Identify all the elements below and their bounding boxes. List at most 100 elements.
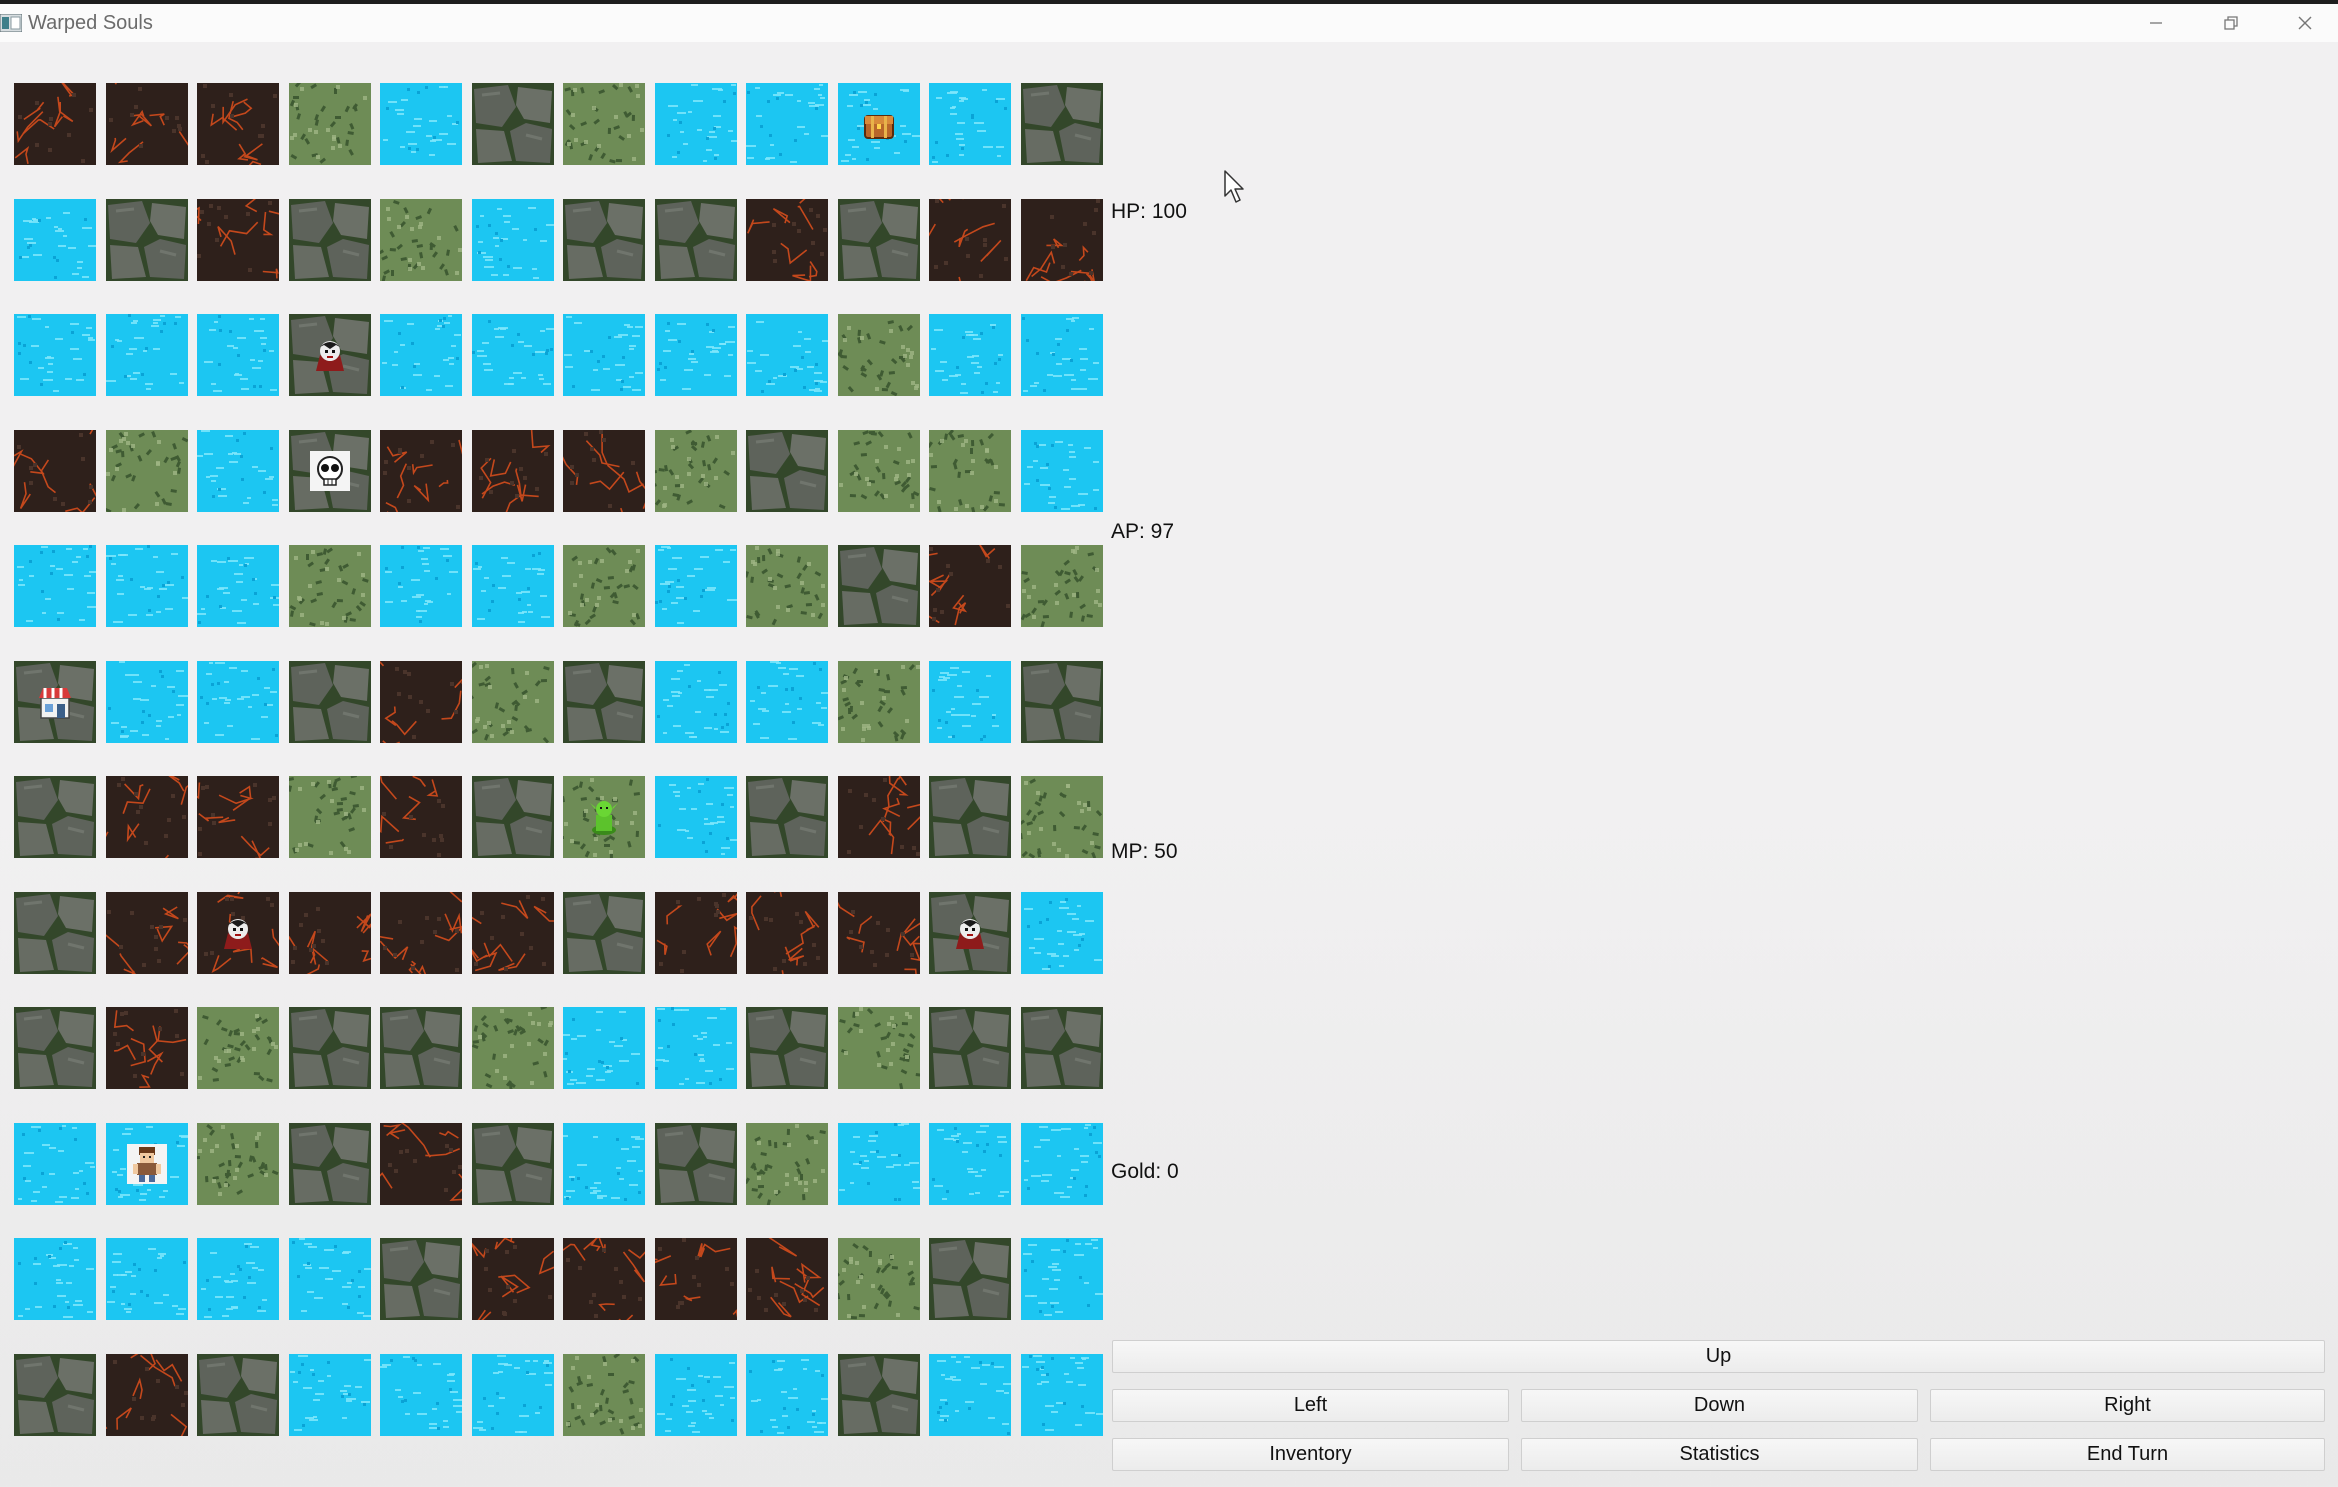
grass-tile: [746, 545, 828, 627]
water-tile: [197, 1238, 279, 1320]
move-left-button[interactable]: Left: [1112, 1389, 1509, 1422]
water-tile: [380, 83, 462, 165]
stone-tile: [746, 1007, 828, 1089]
grass-tile: [288, 83, 371, 165]
mp-label: MP: 50: [1111, 840, 1178, 863]
restore-button[interactable]: [2196, 4, 2266, 42]
grass-tile: [837, 314, 920, 396]
skull-icon: [289, 430, 371, 512]
app-icon: [0, 14, 22, 32]
stone-tile: [929, 1007, 1011, 1089]
water-tile: [746, 1353, 828, 1436]
move-up-button[interactable]: Up: [1112, 1340, 2325, 1373]
water-tile: [197, 314, 279, 396]
water-tile: [471, 314, 554, 396]
lava-tile: [654, 891, 737, 974]
grass-tile: [837, 1238, 920, 1320]
lava-tile: [654, 1238, 737, 1320]
stone-tile: [837, 545, 920, 627]
water-tile: [654, 545, 737, 627]
lava-tile: [14, 83, 96, 165]
stone-tile: [929, 776, 1011, 858]
grass-tile: [197, 1007, 279, 1089]
player-hero-icon: [106, 1123, 188, 1205]
lava-tile: [746, 1238, 828, 1320]
stone-tile: [563, 891, 645, 974]
lava-tile: [14, 429, 96, 512]
treasure-chest-icon: [838, 83, 920, 165]
lava-tile: [471, 891, 554, 974]
water-tile: [14, 314, 96, 396]
lava-tile: [1020, 198, 1103, 281]
water-tile: [14, 1122, 96, 1205]
water-tile: [929, 314, 1011, 396]
lava-tile: [288, 891, 371, 974]
grass-tile: [288, 545, 371, 627]
water-tile: [1020, 429, 1103, 512]
ap-label: AP: 97: [1111, 520, 1175, 543]
close-icon: [2298, 16, 2312, 30]
move-down-button[interactable]: Down: [1521, 1389, 1918, 1422]
game-map-grid: [14, 83, 1104, 1438]
stone-tile: [197, 1353, 279, 1436]
close-button[interactable]: [2270, 4, 2338, 42]
stone-tile: [837, 198, 920, 281]
stone-tile: [837, 1353, 920, 1436]
grass-tile: [288, 776, 371, 858]
window-title: Warped Souls: [28, 12, 153, 34]
stone-tile: [1020, 1007, 1103, 1089]
lava-tile: [929, 198, 1011, 281]
lava-tile: [380, 891, 462, 974]
stone-tile: [929, 1238, 1011, 1320]
minimize-icon: [2150, 22, 2162, 24]
lava-tile: [197, 83, 279, 165]
grass-tile: [929, 429, 1011, 512]
water-tile: [654, 1007, 737, 1089]
water-tile: [105, 545, 188, 627]
vampire-icon: [197, 892, 279, 974]
grass-tile: [563, 83, 645, 165]
water-tile: [654, 660, 737, 743]
lava-tile: [746, 891, 828, 974]
water-tile: [197, 429, 279, 512]
water-tile: [288, 1353, 371, 1436]
water-tile: [563, 1007, 645, 1089]
stone-tile: [288, 660, 371, 743]
water-tile: [654, 1353, 737, 1436]
water-tile: [746, 314, 828, 396]
stone-tile: [288, 1122, 371, 1205]
move-right-button[interactable]: Right: [1930, 1389, 2325, 1422]
grass-tile: [837, 1007, 920, 1089]
lava-tile: [197, 198, 279, 281]
water-tile: [1020, 314, 1103, 396]
stone-tile: [563, 660, 645, 743]
water-tile: [380, 1353, 462, 1436]
lava-tile: [837, 776, 920, 858]
water-tile: [1020, 1238, 1103, 1320]
title-bar[interactable]: Warped Souls: [0, 4, 2338, 42]
water-tile: [563, 314, 645, 396]
water-tile: [197, 545, 279, 627]
water-tile: [471, 545, 554, 627]
water-tile: [471, 198, 554, 281]
lava-tile: [563, 1238, 645, 1320]
grass-tile: [1020, 776, 1103, 858]
end-turn-button[interactable]: End Turn: [1930, 1438, 2325, 1471]
hp-label: HP: 100: [1111, 200, 1187, 223]
stone-tile: [288, 1007, 371, 1089]
statistics-button[interactable]: Statistics: [1521, 1438, 1918, 1471]
restore-icon: [2224, 16, 2238, 30]
grass-tile: [105, 429, 188, 512]
stone-tile: [746, 776, 828, 858]
inventory-button[interactable]: Inventory: [1112, 1438, 1509, 1471]
lava-tile: [380, 1122, 462, 1205]
water-tile: [197, 660, 279, 743]
water-tile: [14, 545, 96, 627]
stone-tile: [471, 1122, 554, 1205]
water-tile: [563, 1122, 645, 1205]
stone-tile: [14, 1007, 96, 1089]
water-tile: [654, 83, 737, 165]
grass-tile: [654, 429, 737, 512]
minimize-button[interactable]: [2121, 4, 2191, 42]
water-tile: [380, 545, 462, 627]
